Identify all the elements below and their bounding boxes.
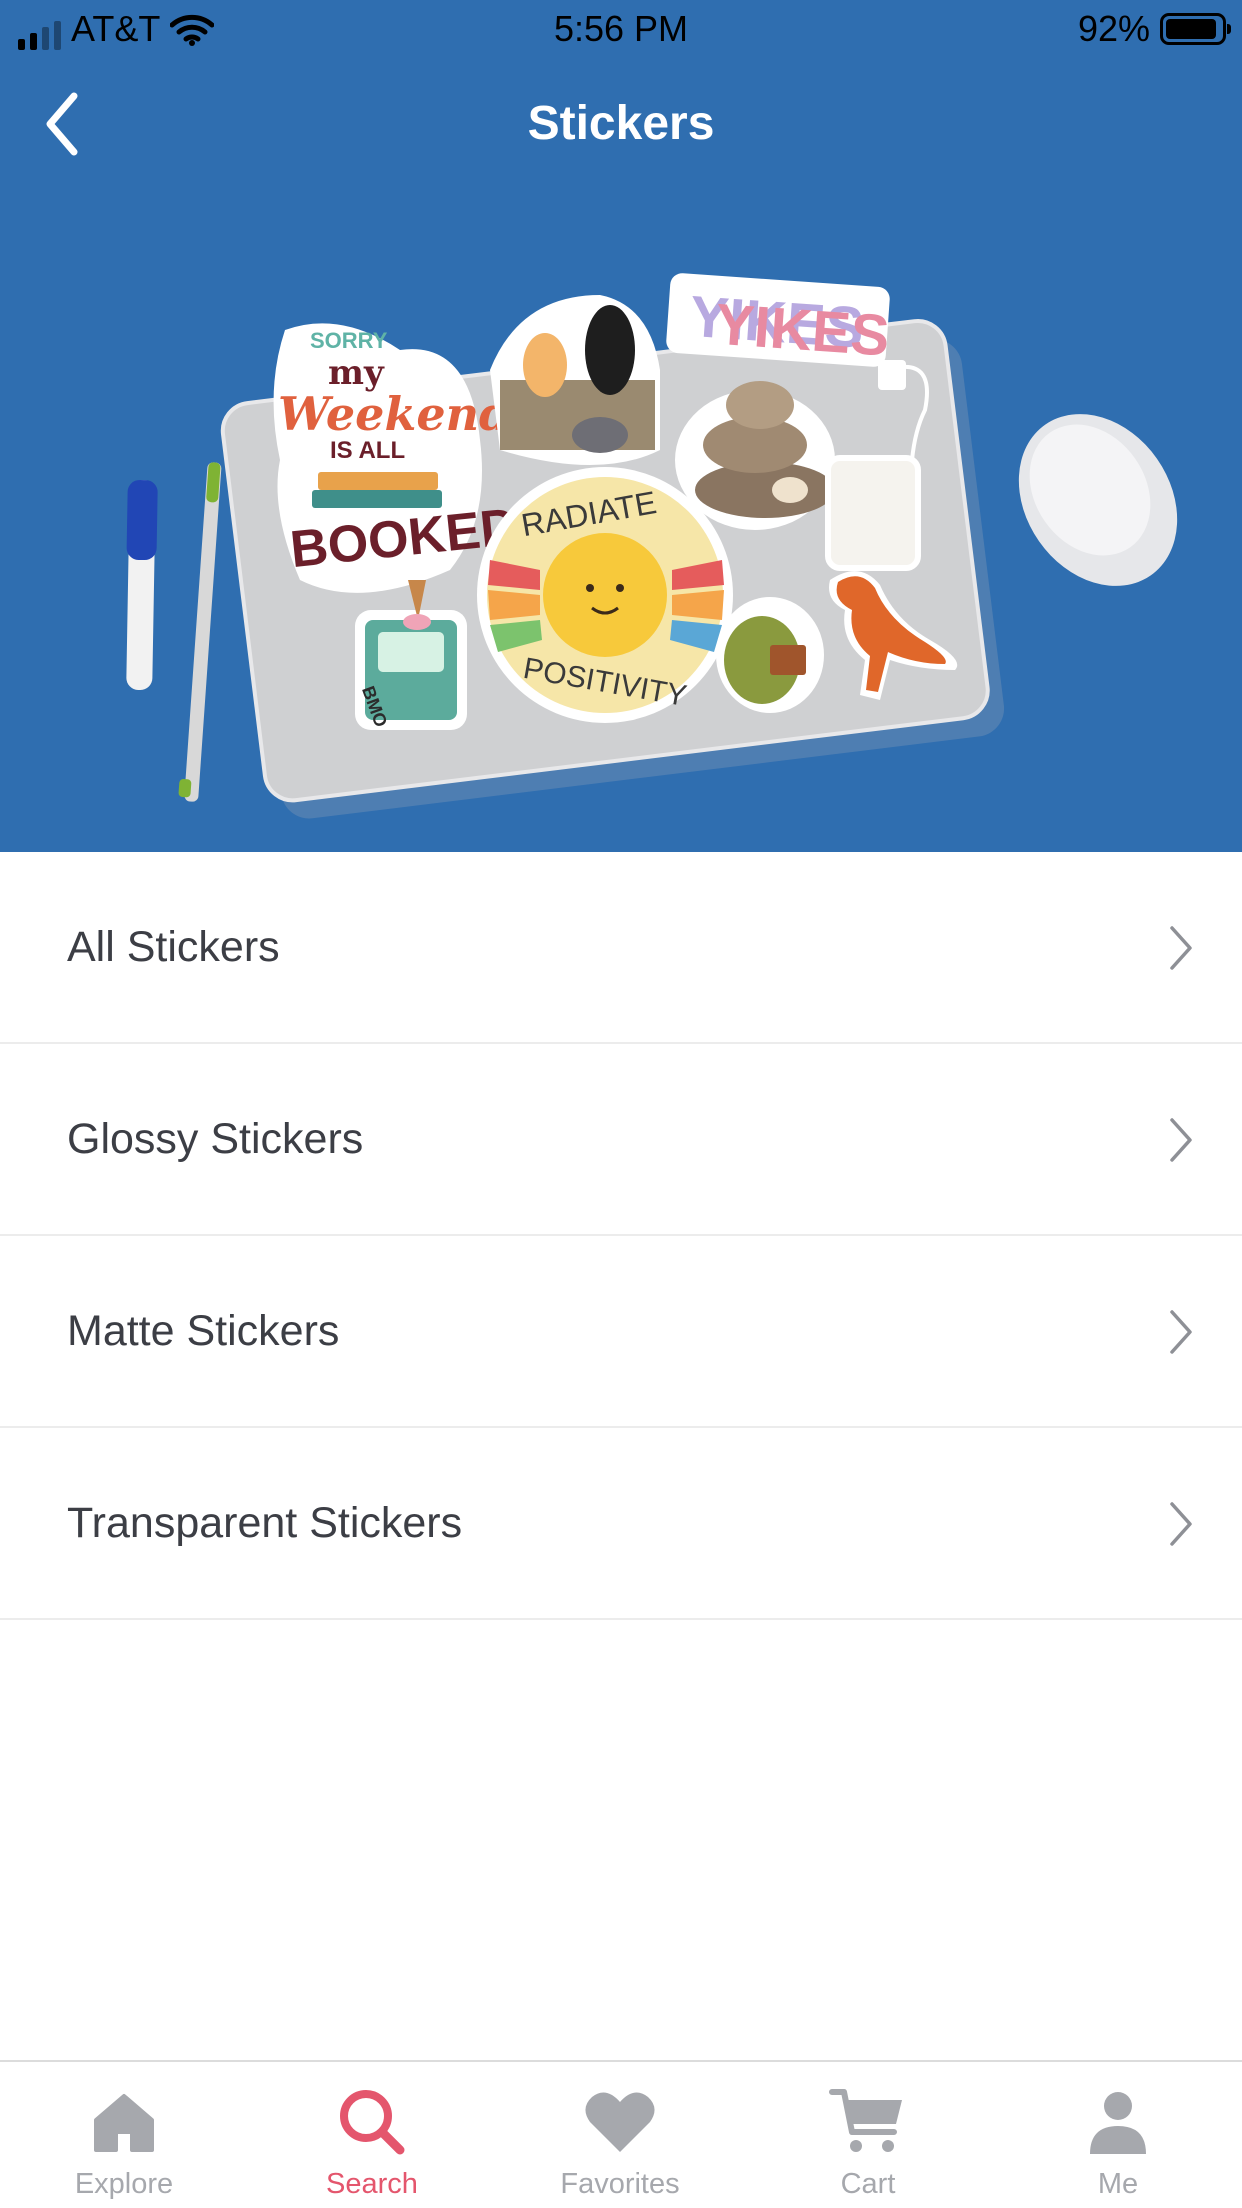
tab-search[interactable]: Search xyxy=(248,2062,496,2208)
chevron-right-icon xyxy=(1170,926,1192,970)
battery-percent: 92% xyxy=(1077,8,1150,49)
yikes-sticker: YIKES YIKES xyxy=(666,273,891,369)
mouse-icon xyxy=(1018,414,1178,586)
cart-icon xyxy=(828,2082,908,2162)
blue-marker-icon xyxy=(126,479,158,691)
tab-label: Search xyxy=(326,2168,418,2200)
chevron-right-icon xyxy=(1170,1502,1192,1546)
cats-in-box-sticker xyxy=(490,295,660,465)
hero-laptop-stickers-image: SORRY my Weekend IS ALL BOOKED YIKES YIK… xyxy=(126,273,1178,819)
tab-label: Me xyxy=(1097,2168,1139,2200)
status-right: 92% xyxy=(1077,8,1231,50)
stickers-screen: AT&T 5:56 PM 92% Stickers SORRY my Weeke… xyxy=(0,0,1242,2208)
hero-banner: SORRY my Weekend IS ALL BOOKED YIKES YIK… xyxy=(0,190,1242,852)
svg-text:IS ALL: IS ALL xyxy=(330,437,405,464)
chevron-right-icon xyxy=(1170,1118,1192,1162)
list-item-all-stickers[interactable]: All Stickers xyxy=(0,852,1242,1044)
battery-icon xyxy=(1160,13,1231,45)
tab-cart[interactable]: Cart xyxy=(744,2062,992,2208)
list-item-label: Transparent Stickers xyxy=(67,1498,463,1547)
home-icon xyxy=(84,2082,164,2162)
tab-label: Cart xyxy=(840,2168,896,2200)
list-item-label: All Stickers xyxy=(67,922,280,971)
dinosaur-reading-sticker xyxy=(716,597,824,713)
svg-text:SORRY: SORRY xyxy=(310,328,388,353)
tab-bar: Explore Search Favorites Cart Me xyxy=(0,2060,1242,2208)
list-item-transparent-stickers[interactable]: Transparent Stickers xyxy=(0,1428,1242,1620)
list-item-label: Glossy Stickers xyxy=(67,1114,364,1163)
category-list: All Stickers Glossy Stickers Matte Stick… xyxy=(0,852,1242,1620)
tab-label: Explore xyxy=(74,2168,174,2200)
svg-text:YIKES: YIKES xyxy=(713,292,891,369)
navigation-bar: Stickers xyxy=(0,60,1242,190)
heart-icon xyxy=(580,2082,660,2162)
page-title: Stickers xyxy=(527,97,715,150)
status-time: 5:56 PM xyxy=(553,8,689,49)
tab-me[interactable]: Me xyxy=(994,2062,1242,2208)
status-bar: AT&T 5:56 PM 92% xyxy=(0,0,1242,60)
person-icon xyxy=(1078,2082,1158,2162)
green-pen-icon xyxy=(178,462,222,802)
list-item-matte-stickers[interactable]: Matte Stickers xyxy=(0,1236,1242,1428)
list-item-label: Matte Stickers xyxy=(67,1306,340,1355)
tab-label: Favorites xyxy=(560,2168,680,2200)
list-item-glossy-stickers[interactable]: Glossy Stickers xyxy=(0,1044,1242,1236)
search-icon xyxy=(332,2082,412,2162)
tab-favorites[interactable]: Favorites xyxy=(496,2062,744,2208)
chevron-right-icon xyxy=(1170,1310,1192,1354)
svg-text:Weekend: Weekend xyxy=(278,387,511,441)
radiate-positivity-sticker: RADIATE POSITIVITY xyxy=(477,467,733,723)
tab-explore[interactable]: Explore xyxy=(0,2062,248,2208)
